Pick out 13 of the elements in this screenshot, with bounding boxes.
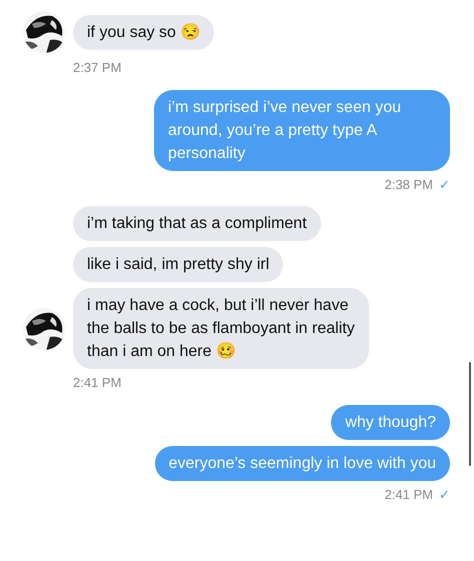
timestamp: 2:38 PM bbox=[384, 176, 433, 194]
read-receipt: ✓ bbox=[439, 486, 450, 504]
read-receipt: ✓ bbox=[439, 176, 450, 194]
message-bubble: i’m surprised i’ve never seen you around, you’re a pretty type A personality bbox=[154, 90, 450, 170]
timestamp: 2:37 PM bbox=[73, 59, 122, 77]
message-bubble: i’m taking that as a compliment bbox=[73, 206, 321, 241]
message-bubble: everyone’s seemingly in love with you bbox=[154, 446, 450, 480]
message-bubble: why though? bbox=[331, 404, 450, 440]
message-bubble: if you say so 😒 bbox=[73, 14, 214, 50]
timestamp: 2:41 PM bbox=[73, 374, 122, 392]
message-bubble: i may have a cock, but i’ll never have the balls to be as flamboyant in reality than i am on here 🥴 bbox=[73, 288, 369, 369]
message-bubble: like i said, im pretty shy irl bbox=[73, 247, 284, 282]
timestamp: 2:41 PM bbox=[384, 486, 433, 504]
